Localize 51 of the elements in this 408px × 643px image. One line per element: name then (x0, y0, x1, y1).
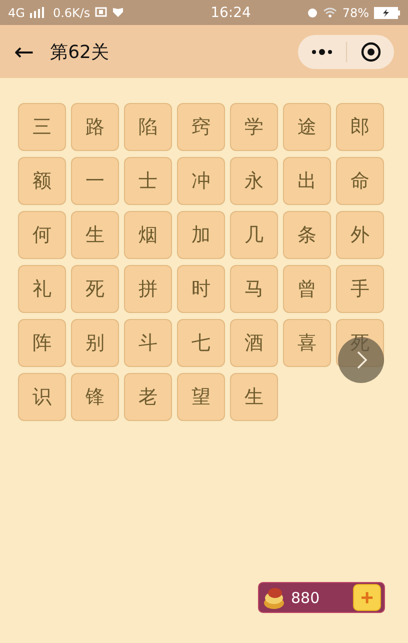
character-tile[interactable]: 时 (177, 265, 225, 313)
character-tile[interactable]: 路 (71, 103, 119, 151)
coin-count: 880 (291, 588, 321, 606)
character-tile[interactable]: 外 (336, 211, 384, 259)
character-tile[interactable]: 冲 (177, 157, 225, 205)
character-tile[interactable]: 七 (177, 319, 225, 367)
character-tile[interactable]: 别 (71, 319, 119, 367)
network-type: 4G (8, 6, 25, 20)
character-tile[interactable]: 陷 (124, 103, 172, 151)
character-tile[interactable]: 几 (230, 211, 278, 259)
character-tile[interactable]: 学 (230, 103, 278, 151)
wifi-icon (323, 7, 338, 18)
character-tile[interactable]: 死 (71, 265, 119, 313)
character-tile[interactable]: 条 (283, 211, 331, 259)
character-tile[interactable]: 手 (336, 265, 384, 313)
clock: 16:24 (210, 4, 251, 20)
character-tile[interactable]: 窍 (177, 103, 225, 151)
notification-icon (95, 7, 108, 18)
more-icon[interactable] (310, 48, 333, 54)
character-tile[interactable]: 途 (283, 103, 331, 151)
character-tile[interactable]: 阵 (18, 319, 66, 367)
character-tile[interactable]: 酒 (230, 319, 278, 367)
character-tile[interactable]: 识 (18, 373, 66, 421)
character-tile[interactable]: 士 (124, 157, 172, 205)
back-button[interactable]: ← (14, 38, 34, 66)
character-tile[interactable]: 礼 (18, 265, 66, 313)
character-tile[interactable]: 郎 (336, 103, 384, 151)
character-tile[interactable]: 生 (230, 373, 278, 421)
close-icon[interactable] (361, 42, 382, 62)
character-tile[interactable]: 命 (336, 157, 384, 205)
character-tile[interactable]: 三 (18, 103, 66, 151)
character-tile[interactable]: 永 (230, 157, 278, 205)
network-speed: 0.6K/s (52, 6, 90, 20)
character-tile[interactable]: 马 (230, 265, 278, 313)
character-tile[interactable]: 何 (18, 211, 66, 259)
character-tile[interactable]: 拼 (124, 265, 172, 313)
character-tile[interactable]: 曾 (283, 265, 331, 313)
character-tile[interactable]: 望 (177, 373, 225, 421)
character-tile[interactable]: 生 (71, 211, 119, 259)
level-title: 第62关 (50, 40, 110, 64)
character-tile[interactable]: 喜 (283, 319, 331, 367)
character-tile[interactable]: 额 (18, 157, 66, 205)
character-tile[interactable]: 斗 (124, 319, 172, 367)
character-tile[interactable]: 出 (283, 157, 331, 205)
character-tile[interactable]: 老 (124, 373, 172, 421)
character-tile[interactable]: 锋 (71, 373, 119, 421)
character-tile[interactable]: 烟 (124, 211, 172, 259)
character-tile[interactable]: 一 (71, 157, 119, 205)
battery-icon (374, 6, 400, 18)
battery-level: 78% (342, 6, 369, 20)
character-tile[interactable]: 加 (177, 211, 225, 259)
